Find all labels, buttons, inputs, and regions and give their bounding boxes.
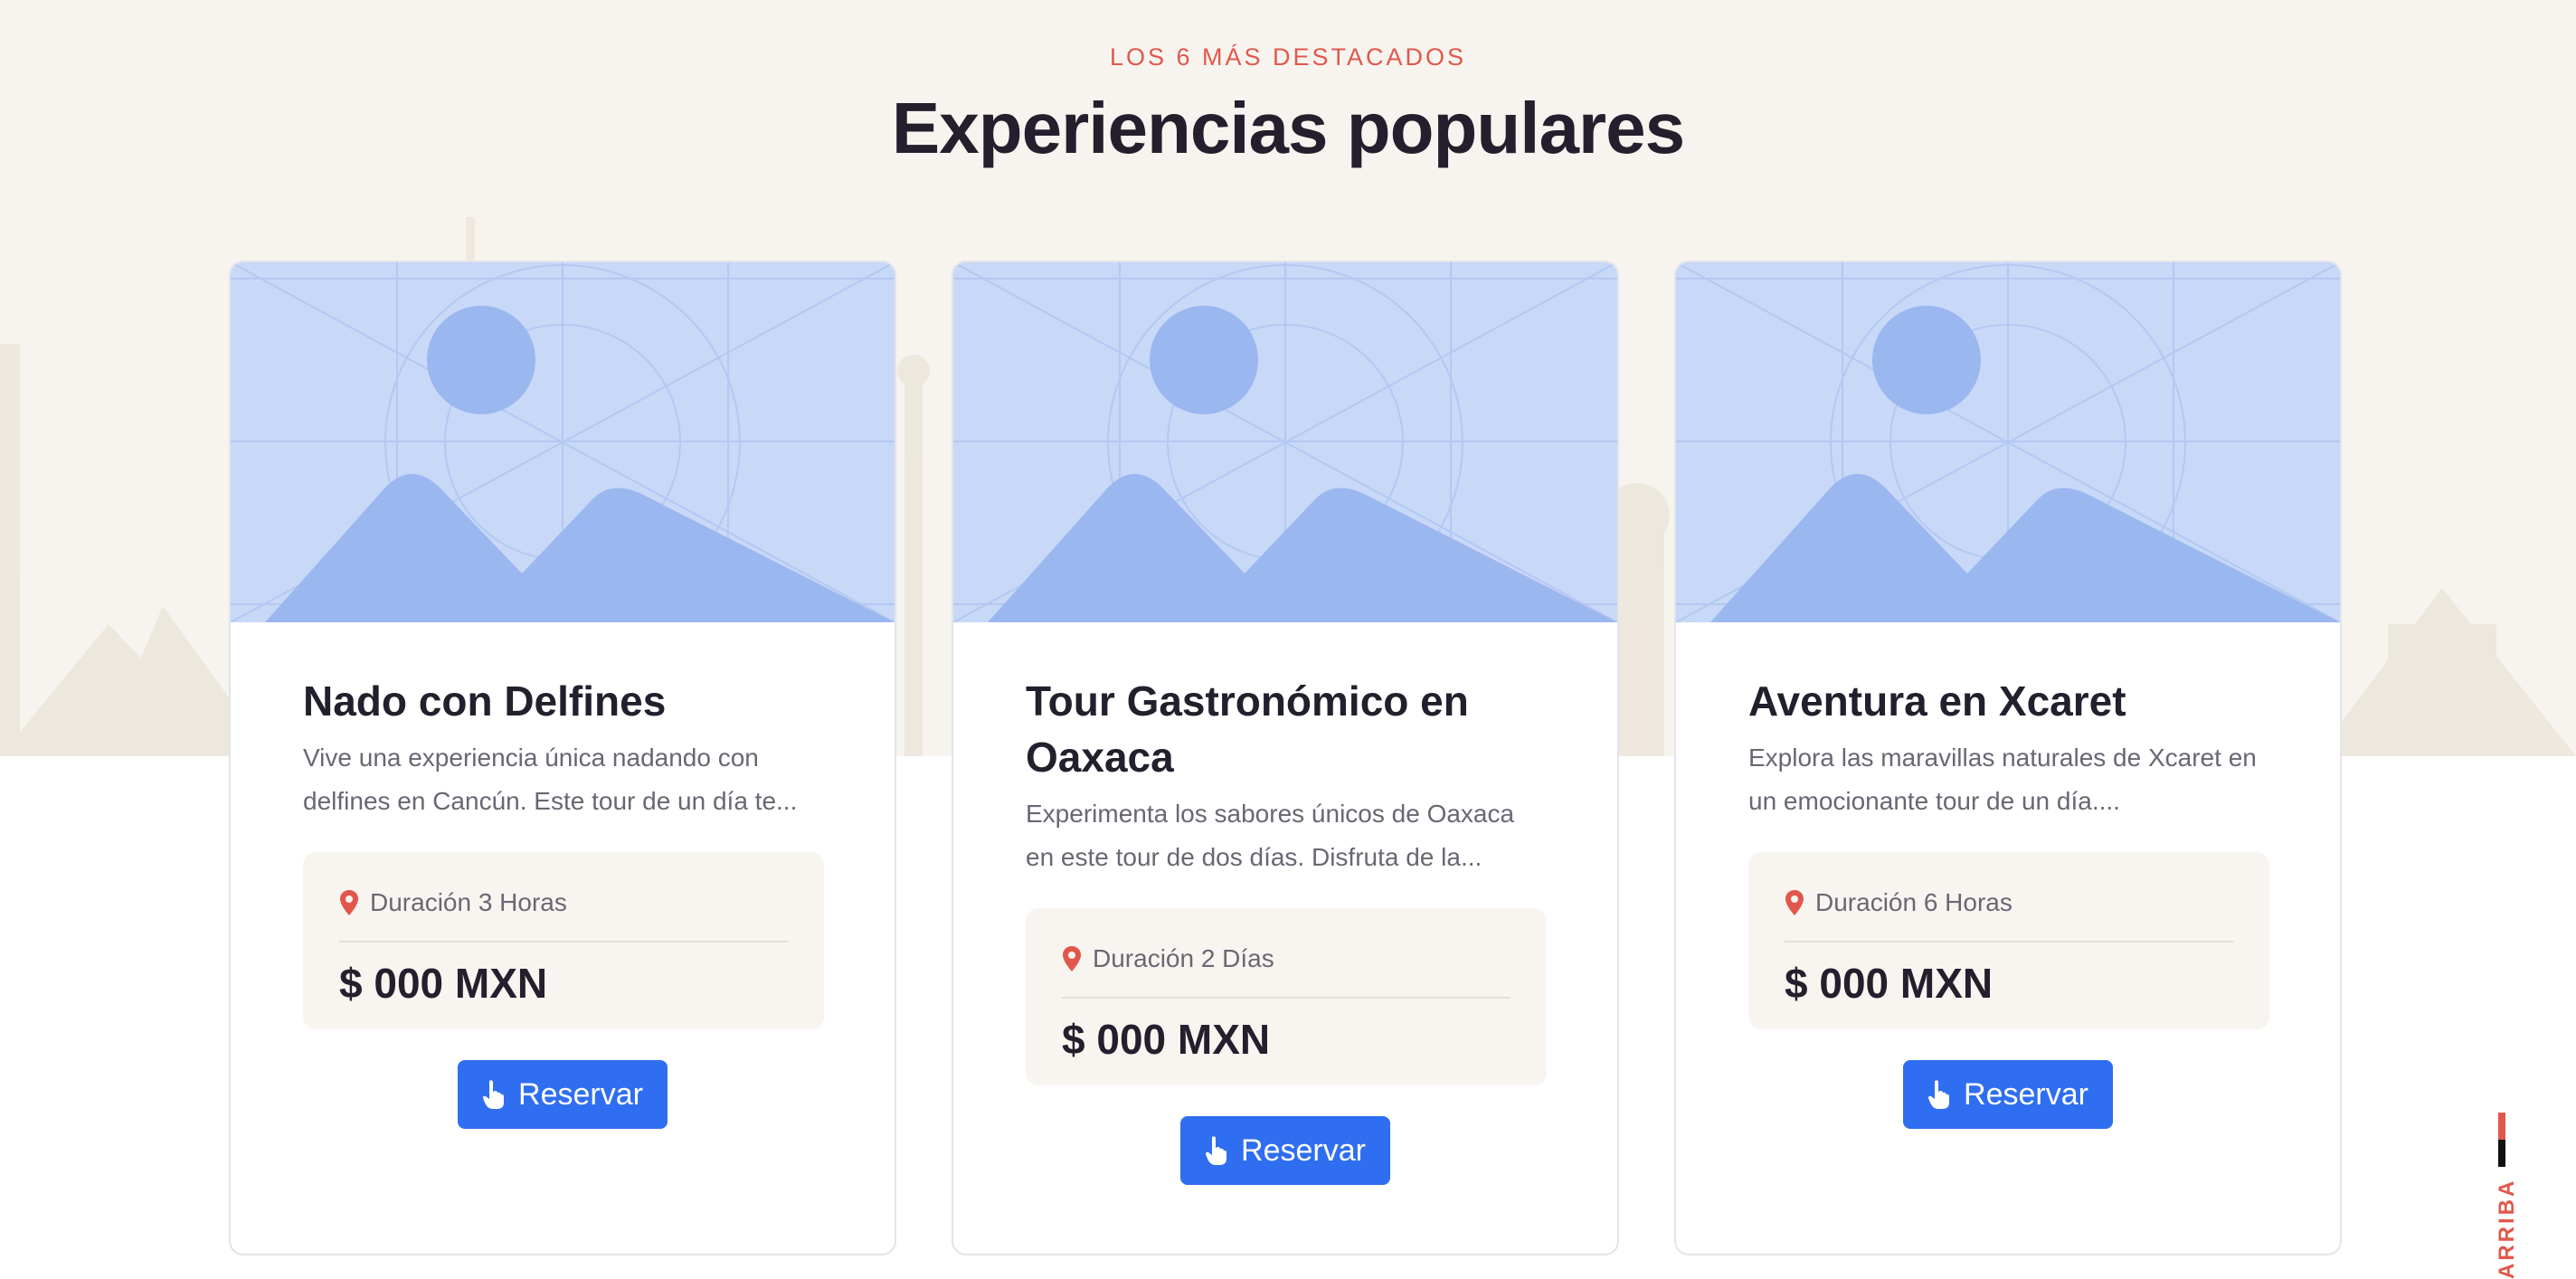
card-price: $ 000 MXN (1785, 960, 1994, 1007)
reserve-button[interactable]: Reservar (1180, 1116, 1390, 1185)
image-placeholder-icon (1676, 262, 2340, 622)
back-to-top-link[interactable]: ARRIBA (2489, 1113, 2519, 1279)
map-pin-icon (1785, 890, 1804, 915)
card-image-placeholder (1676, 262, 2340, 622)
card-info-box: Duración 3 Horas $ 000 MXN (303, 852, 824, 1029)
card-price: $ 000 MXN (1062, 1016, 1271, 1063)
image-placeholder-icon (953, 262, 1617, 622)
section-eyebrow: LOS 6 MÁS DESTACADOS (1109, 43, 1467, 71)
divider (1785, 941, 2233, 943)
card-image-placeholder (231, 262, 895, 622)
experience-card: Tour Gastronómico en Oaxaca Experimenta … (952, 261, 1619, 1255)
card-info-box: Duración 6 Horas $ 000 MXN (1748, 852, 2269, 1029)
reserve-button-label: Reservar (518, 1076, 643, 1112)
reserve-button[interactable]: Reservar (1903, 1060, 2113, 1129)
card-duration: Duración 6 Horas (1815, 888, 2012, 916)
card-description: Experimenta los sabores únicos de Oaxaca… (1026, 800, 1515, 871)
reserve-button-label: Reservar (1241, 1132, 1366, 1168)
card-description: Explora las maravillas naturales de Xcar… (1748, 744, 2257, 815)
map-pin-icon (1063, 946, 1081, 971)
divider (1062, 997, 1511, 999)
reserve-button-label: Reservar (1964, 1076, 2088, 1112)
divider (339, 941, 788, 943)
card-image-placeholder (953, 262, 1617, 622)
experience-card: Aventura en Xcaret Explora las maravilla… (1674, 261, 2342, 1255)
card-duration: Duración 3 Horas (370, 888, 567, 916)
back-to-top-label: ARRIBA (2495, 1178, 2519, 1279)
map-pin-icon (340, 890, 358, 915)
card-info-box: Duración 2 Días $ 000 MXN (1026, 908, 1547, 1085)
experience-card: Nado con Delfines Vive una experiencia ú… (229, 261, 896, 1255)
card-description: Vive una experiencia única nadando con d… (303, 744, 798, 815)
hand-pointer-icon (483, 1080, 505, 1109)
back-to-top-bar (2498, 1140, 2505, 1167)
card-duration: Duración 2 Días (1093, 944, 1274, 972)
card-title: Tour Gastronómico en Oaxaca (1026, 677, 1469, 781)
card-title: Nado con Delfines (303, 677, 667, 725)
card-price: $ 000 MXN (339, 960, 548, 1007)
hand-pointer-icon (1206, 1136, 1227, 1165)
section-title: Experiencias populares (891, 88, 1685, 168)
reserve-button[interactable]: Reservar (458, 1060, 668, 1129)
back-to-top-bar-accent (2498, 1113, 2505, 1140)
card-title: Aventura en Xcaret (1748, 677, 2126, 725)
hand-pointer-icon (1928, 1080, 1950, 1109)
image-placeholder-icon (231, 262, 895, 622)
